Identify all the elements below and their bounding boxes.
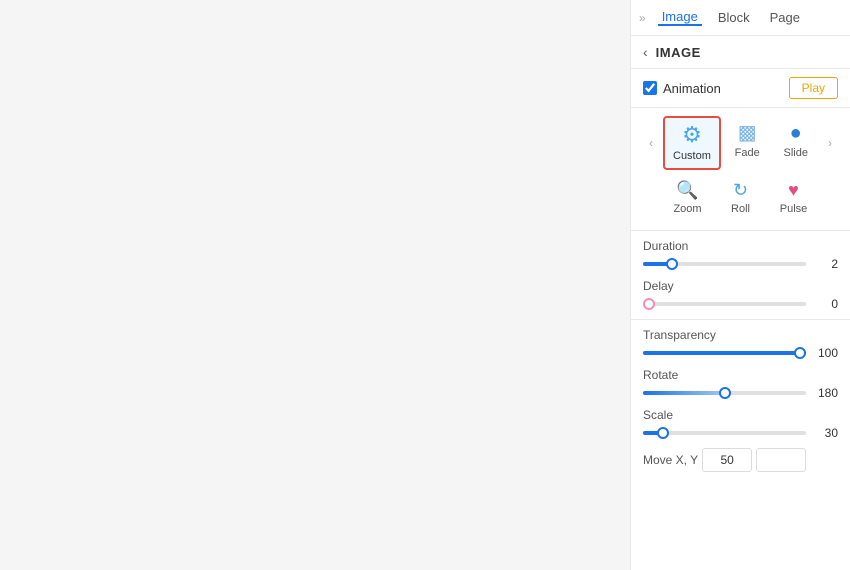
duration-row: Duration 2 (643, 239, 838, 271)
transparency-row: Transparency 100 (643, 328, 838, 360)
panel-tabs: » Image Block Page (631, 0, 850, 36)
rotate-label: Rotate (643, 368, 838, 382)
anim-item-pulse[interactable]: ♥ Pulse (769, 174, 818, 222)
transparency-label: Transparency (643, 328, 838, 342)
move-y-input[interactable] (756, 448, 806, 472)
tab-page[interactable]: Page (766, 10, 804, 25)
move-inputs: Move X, Y (643, 448, 838, 472)
back-icon[interactable]: ‹ (643, 44, 648, 60)
zoom-icon: 🔍 (676, 181, 698, 199)
delay-value: 0 (814, 297, 838, 311)
fade-icon: ▩ (738, 123, 757, 143)
rotate-row: Rotate 180 (643, 368, 838, 400)
duration-track[interactable] (643, 262, 806, 266)
panel-title: IMAGE (656, 45, 701, 60)
rotate-fill (643, 391, 725, 395)
animation-grid: ‹ ⚙ Custom ▩ Fade ● Slide › ‹ (631, 108, 850, 231)
delay-row: Delay 0 (643, 279, 838, 311)
custom-icon: ⚙ (682, 124, 702, 146)
transparency-track[interactable] (643, 351, 806, 355)
animation-label-wrap: Animation (643, 81, 721, 96)
transparency-value: 100 (814, 346, 838, 360)
scale-row: Scale 30 (643, 408, 838, 440)
move-row: Move X, Y (643, 448, 838, 472)
scale-label: Scale (643, 408, 838, 422)
move-x-input[interactable] (702, 448, 752, 472)
slide-icon: ● (790, 123, 802, 143)
anim-item-custom[interactable]: ⚙ Custom (663, 116, 721, 170)
rotate-track[interactable] (643, 391, 806, 395)
right-panel: » Image Block Page ‹ IMAGE Animation Pla… (630, 0, 850, 570)
transparency-fill (643, 351, 806, 355)
expand-icon[interactable]: » (639, 11, 646, 25)
duration-label: Duration (643, 239, 838, 253)
fade-label: Fade (735, 147, 760, 159)
delay-label: Delay (643, 279, 838, 293)
animation-label: Animation (663, 81, 721, 96)
rotate-value: 180 (814, 386, 838, 400)
next-arrow[interactable]: › (822, 135, 838, 151)
rotate-thumb[interactable] (719, 387, 731, 399)
pulse-icon: ♥ (788, 181, 799, 199)
anim-item-roll[interactable]: ↻ Roll (716, 174, 765, 222)
scale-track[interactable] (643, 431, 806, 435)
pulse-label: Pulse (780, 203, 808, 215)
rotate-control: 180 (643, 386, 838, 400)
delay-thumb[interactable] (643, 298, 655, 310)
basic-sliders: Duration 2 Delay 0 (631, 231, 850, 320)
duration-thumb[interactable] (666, 258, 678, 270)
play-button[interactable]: Play (789, 77, 838, 99)
prev-arrow[interactable]: ‹ (643, 135, 659, 151)
roll-icon: ↻ (733, 181, 748, 199)
panel-header: ‹ IMAGE (631, 36, 850, 69)
transparency-thumb[interactable] (794, 347, 806, 359)
custom-section: Transparency 100 Rotate 180 Scale (631, 320, 850, 488)
move-label: Move X, Y (643, 453, 698, 467)
animation-row: Animation Play (631, 69, 850, 108)
slide-label: Slide (783, 147, 807, 159)
delay-control: 0 (643, 297, 838, 311)
animation-row-1: ‹ ⚙ Custom ▩ Fade ● Slide › (643, 116, 838, 170)
animation-checkbox[interactable] (643, 81, 657, 95)
custom-label: Custom (673, 150, 711, 162)
roll-label: Roll (731, 203, 750, 215)
tab-image[interactable]: Image (658, 9, 702, 26)
anim-item-zoom[interactable]: 🔍 Zoom (663, 174, 712, 222)
zoom-label: Zoom (673, 203, 701, 215)
anim-items-row-2: 🔍 Zoom ↻ Roll ♥ Pulse (663, 174, 818, 222)
main-canvas (0, 0, 630, 570)
delay-track[interactable] (643, 302, 806, 306)
duration-value: 2 (814, 257, 838, 271)
tab-block[interactable]: Block (714, 10, 754, 25)
animation-row-2: ‹ 🔍 Zoom ↻ Roll ♥ Pulse › (643, 174, 838, 222)
scale-thumb[interactable] (657, 427, 669, 439)
scale-value: 30 (814, 426, 838, 440)
anim-item-fade[interactable]: ▩ Fade (725, 116, 770, 170)
anim-item-slide[interactable]: ● Slide (773, 116, 818, 170)
transparency-control: 100 (643, 346, 838, 360)
scale-control: 30 (643, 426, 838, 440)
duration-control: 2 (643, 257, 838, 271)
anim-items-row-1: ⚙ Custom ▩ Fade ● Slide (663, 116, 818, 170)
